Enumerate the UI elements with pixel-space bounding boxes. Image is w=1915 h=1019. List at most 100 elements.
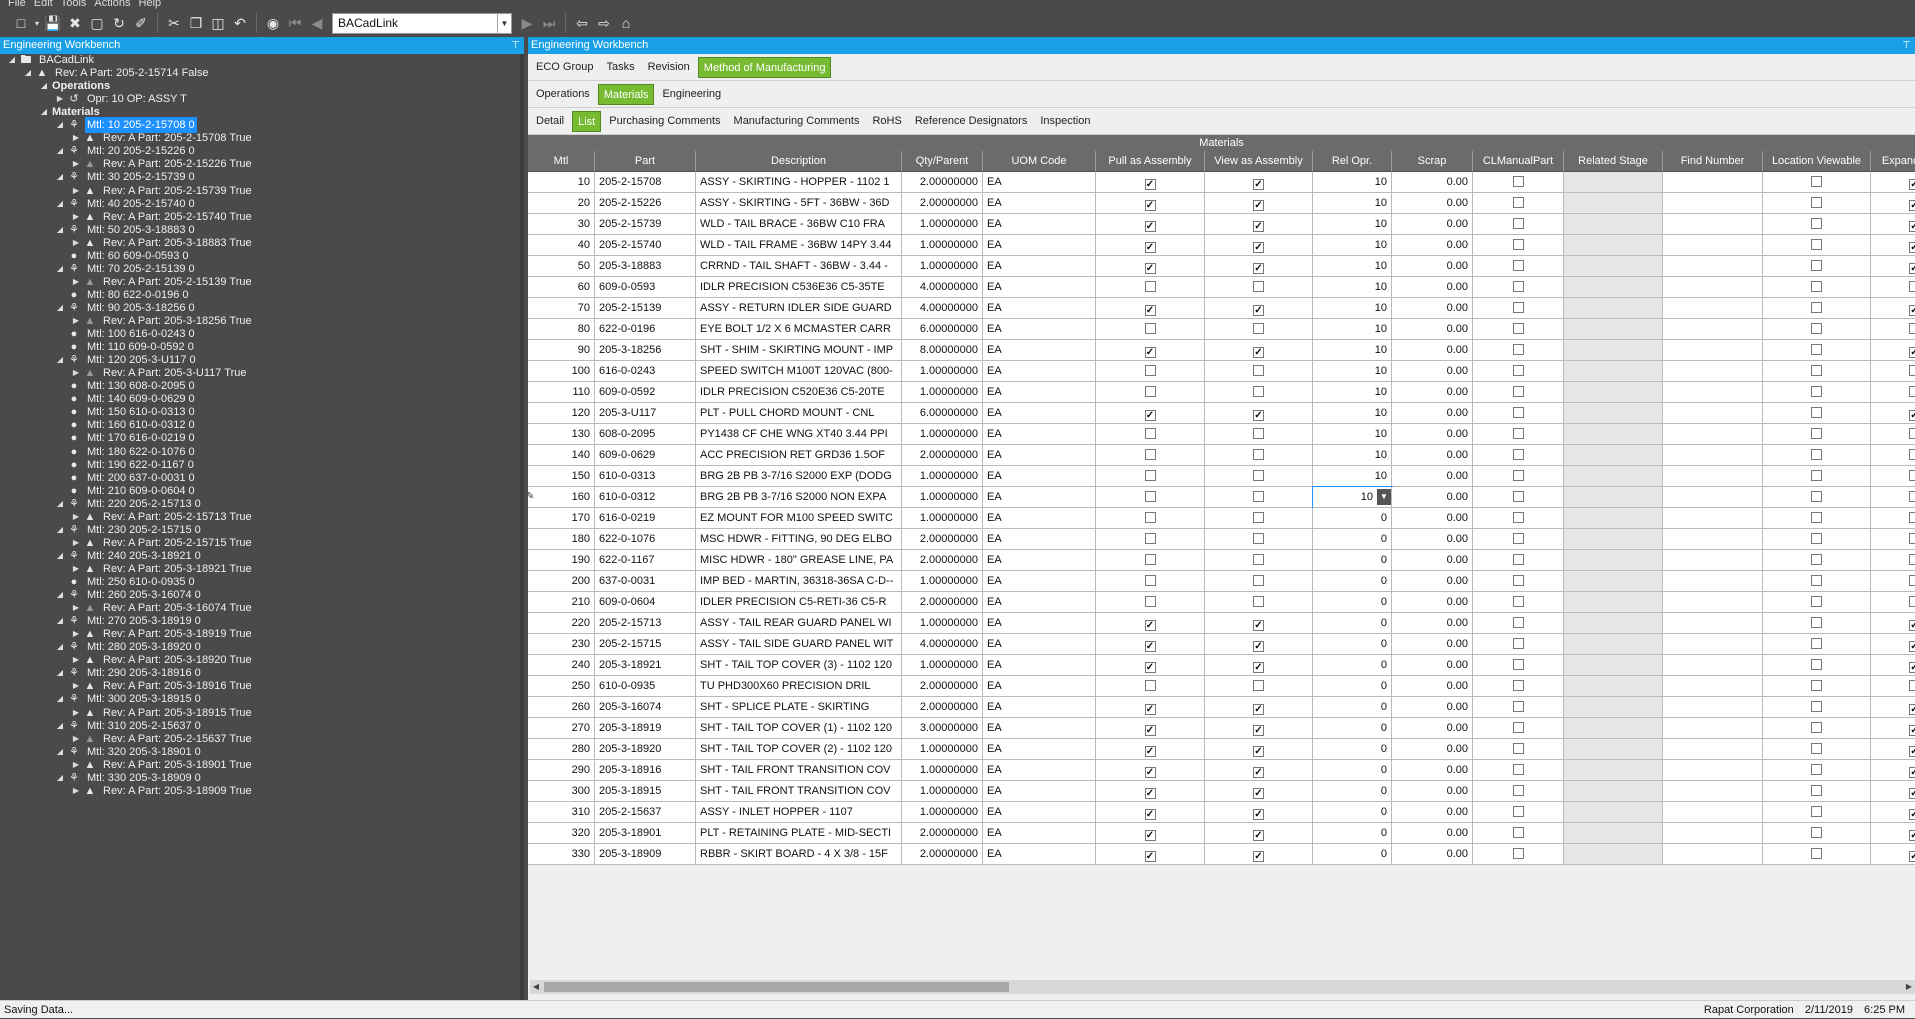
mtl-cell[interactable]: 240	[528, 655, 595, 676]
pull-as-assembly-cell[interactable]	[1096, 592, 1205, 613]
uom-code-cell[interactable]: EA	[983, 718, 1096, 739]
location-viewable-cell[interactable]	[1763, 718, 1871, 739]
view-as-assembly-cell[interactable]: ✓	[1205, 802, 1313, 823]
cl-manual-part-cell[interactable]	[1473, 277, 1564, 298]
table-row[interactable]: 270 205-3-18919 SHT - TAIL TOP COVER (1) -…	[528, 718, 1915, 739]
pull-as-assembly-checkbox[interactable]	[1144, 449, 1156, 460]
table-row[interactable]: 220 205-2-15713 ASSY - TAIL REAR GUARD PAN…	[528, 613, 1915, 634]
expanded-arrow-icon[interactable]: ◢	[54, 613, 66, 629]
mtl-cell[interactable]: 140	[528, 445, 595, 466]
mtl-cell[interactable]: 290	[528, 760, 595, 781]
rel-opr-cell[interactable]: 10	[1313, 277, 1392, 298]
location-viewable-checkbox[interactable]	[1811, 449, 1822, 460]
view-as-assembly-cell[interactable]: ✓	[1205, 298, 1313, 319]
find-number-cell[interactable]	[1663, 298, 1763, 319]
mtl-cell[interactable]: 80	[528, 319, 595, 340]
part-cell[interactable]: 205-3-18920	[595, 739, 696, 760]
table-row[interactable]: 330 205-3-18909 RBBR - SKIRT BOARD - 4 X 3…	[528, 844, 1915, 865]
expanded-arrow-icon[interactable]: ◢	[6, 54, 18, 68]
cl-manual-part-checkbox[interactable]	[1512, 323, 1524, 334]
cl-manual-part-checkbox[interactable]	[1512, 596, 1524, 607]
find-number-cell[interactable]	[1663, 445, 1763, 466]
cl-manual-part-cell[interactable]	[1473, 802, 1564, 823]
view-as-assembly-cell[interactable]: ✓	[1205, 235, 1313, 256]
rel-opr-cell[interactable]: 0	[1313, 676, 1392, 697]
description-cell[interactable]: SHT - TAIL FRONT TRANSITION COV	[696, 781, 902, 802]
find-number-cell[interactable]	[1663, 466, 1763, 487]
cl-manual-part-checkbox[interactable]	[1512, 260, 1524, 271]
expand-cell[interactable]	[1871, 445, 1915, 466]
uom-code-cell[interactable]: EA	[983, 193, 1096, 214]
qty-parent-cell[interactable]: 1.00000000	[902, 466, 983, 487]
part-cell[interactable]: 205-3-16074	[595, 697, 696, 718]
column-header-scrap[interactable]: Scrap	[1392, 151, 1473, 172]
location-viewable-checkbox[interactable]	[1811, 575, 1822, 586]
rel-opr-cell[interactable]: 0	[1313, 718, 1392, 739]
cl-manual-part-cell[interactable]	[1473, 172, 1564, 193]
location-viewable-cell[interactable]	[1763, 634, 1871, 655]
location-viewable-checkbox[interactable]	[1811, 260, 1822, 271]
expanded-arrow-icon[interactable]: ◢	[54, 196, 66, 212]
rel-opr-cell[interactable]: 10	[1313, 256, 1392, 277]
scrap-cell[interactable]: 0.00	[1392, 550, 1473, 571]
scrap-cell[interactable]: 0.00	[1392, 340, 1473, 361]
qty-parent-cell[interactable]: 1.00000000	[902, 214, 983, 235]
cl-manual-part-cell[interactable]	[1473, 781, 1564, 802]
qty-parent-cell[interactable]: 2.00000000	[902, 172, 983, 193]
part-cell[interactable]: 205-2-15708	[595, 172, 696, 193]
expand-cell[interactable]	[1871, 676, 1915, 697]
expand-checkbox[interactable]	[1909, 386, 1915, 397]
table-row[interactable]: 40 205-2-15740 WLD - TAIL FRAME - 36BW 14P…	[528, 235, 1915, 256]
expanded-arrow-icon[interactable]: ◢	[38, 104, 50, 120]
description-cell[interactable]: TU PHD300X60 PRECISION DRIL	[696, 676, 902, 697]
find-number-cell[interactable]	[1663, 697, 1763, 718]
expand-cell[interactable]	[1871, 277, 1915, 298]
mtl-cell[interactable]: 330	[528, 844, 595, 865]
part-cell[interactable]: 205-2-15713	[595, 613, 696, 634]
expand-checkbox[interactable]	[1909, 554, 1915, 565]
find-number-cell[interactable]	[1663, 319, 1763, 340]
find-number-cell[interactable]	[1663, 487, 1763, 508]
tab-operations[interactable]: Operations	[531, 84, 595, 105]
pull-as-assembly-checkbox[interactable]: ✓	[1144, 242, 1156, 253]
expand-checkbox[interactable]: ✓	[1909, 641, 1915, 652]
expand-checkbox[interactable]: ✓	[1909, 767, 1915, 778]
cl-manual-part-cell[interactable]	[1473, 634, 1564, 655]
cl-manual-part-checkbox[interactable]	[1512, 659, 1524, 670]
uom-code-cell[interactable]: EA	[983, 361, 1096, 382]
expanded-arrow-icon[interactable]: ◢	[54, 522, 66, 538]
tab-purchasing-comments[interactable]: Purchasing Comments	[604, 111, 725, 132]
view-as-assembly-cell[interactable]	[1205, 529, 1313, 550]
location-viewable-cell[interactable]	[1763, 487, 1871, 508]
uom-code-cell[interactable]: EA	[983, 445, 1096, 466]
find-number-cell[interactable]	[1663, 802, 1763, 823]
view-as-assembly-checkbox[interactable]: ✓	[1253, 704, 1264, 715]
location-viewable-cell[interactable]	[1763, 319, 1871, 340]
view-as-assembly-cell[interactable]	[1205, 487, 1313, 508]
cl-manual-part-checkbox[interactable]	[1512, 638, 1524, 649]
expanded-arrow-icon[interactable]: ◢	[54, 691, 66, 707]
cut-icon[interactable]: ✂	[163, 12, 185, 34]
cl-manual-part-cell[interactable]	[1473, 676, 1564, 697]
find-number-cell[interactable]	[1663, 361, 1763, 382]
uom-code-cell[interactable]: EA	[983, 256, 1096, 277]
pull-as-assembly-checkbox[interactable]: ✓	[1144, 221, 1156, 232]
table-row[interactable]: 160✎610-0-0312BRG 2B PB 3-7/16 S2000 NON…	[528, 486, 1915, 509]
find-number-cell[interactable]	[1663, 424, 1763, 445]
location-viewable-checkbox[interactable]	[1811, 554, 1822, 565]
part-cell[interactable]: 608-0-2095	[595, 424, 696, 445]
view-as-assembly-cell[interactable]: ✓	[1205, 613, 1313, 634]
rel-opr-cell[interactable]: 10	[1313, 193, 1392, 214]
table-row[interactable]: 70 205-2-15139 ASSY - RETURN IDLER SIDE GU…	[528, 298, 1915, 319]
cl-manual-part-cell[interactable]	[1473, 235, 1564, 256]
description-cell[interactable]: ASSY - SKIRTING - HOPPER - 1102 1	[696, 172, 902, 193]
pull-as-assembly-checkbox[interactable]	[1144, 575, 1156, 586]
rel-opr-cell[interactable]: 10 ▼	[1312, 486, 1393, 509]
expand-cell[interactable]	[1871, 424, 1915, 445]
binoculars-icon[interactable]: ◉	[262, 12, 284, 34]
expand-cell[interactable]	[1871, 361, 1915, 382]
location-viewable-checkbox[interactable]	[1811, 701, 1822, 712]
view-as-assembly-cell[interactable]: ✓	[1205, 760, 1313, 781]
uom-code-cell[interactable]: EA	[983, 319, 1096, 340]
rel-opr-cell[interactable]: 0	[1313, 508, 1392, 529]
